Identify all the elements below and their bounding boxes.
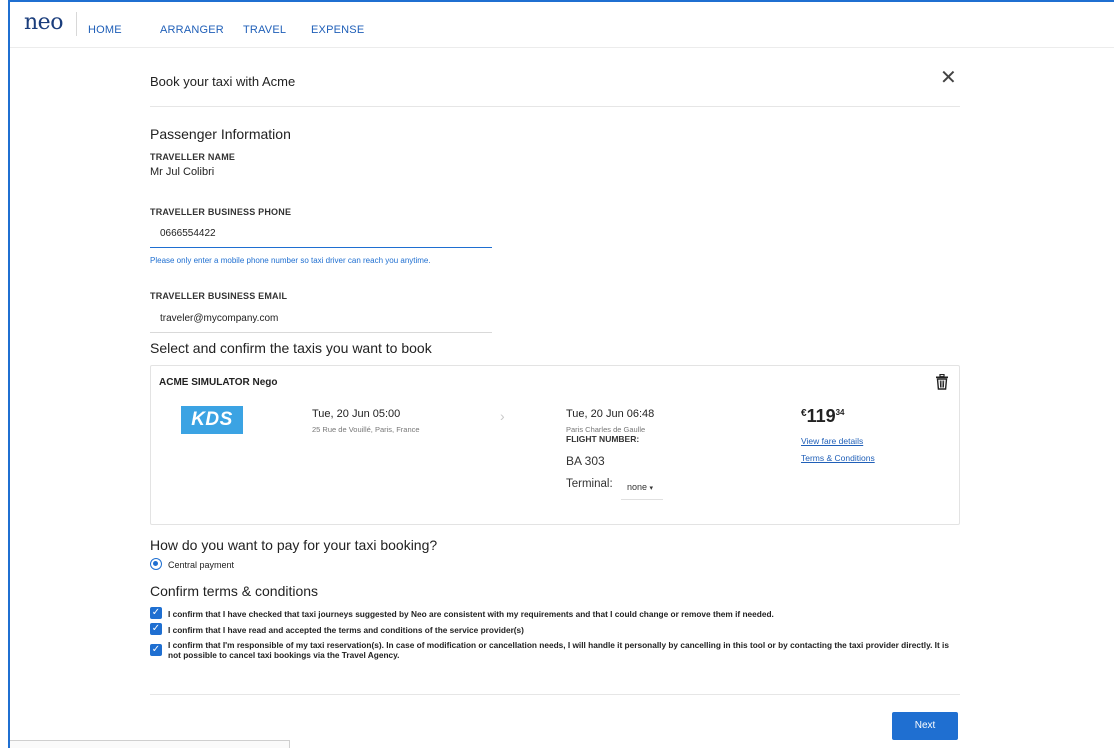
flight-number-value: BA 303 xyxy=(566,454,605,468)
terms-checkbox-3[interactable]: ✓ xyxy=(150,644,162,656)
close-icon[interactable]: ✕ xyxy=(940,68,957,88)
neo-logo[interactable]: neo xyxy=(24,10,63,35)
terms-checkbox-2[interactable]: ✓ xyxy=(150,623,162,635)
terminal-select[interactable]: none ▾ xyxy=(621,478,663,500)
taxis-section-title: Select and confirm the taxis you want to… xyxy=(150,340,432,356)
arrival-date: Tue, 20 Jun 06:48 xyxy=(566,408,655,420)
nav-divider xyxy=(76,12,77,36)
phone-hint: Please only enter a mobile phone number … xyxy=(150,256,431,265)
terms-section-title: Confirm terms & conditions xyxy=(150,583,319,599)
view-fare-details-link[interactable]: View fare details xyxy=(801,436,863,446)
passenger-section-title: Passenger Information xyxy=(150,126,291,142)
nav-expense[interactable]: EXPENSE xyxy=(311,24,364,36)
next-button[interactable]: Next xyxy=(892,712,958,740)
terms-item-2: I confirm that I have read and accepted … xyxy=(168,625,524,635)
trash-icon[interactable] xyxy=(935,374,949,390)
footer-divider xyxy=(150,694,960,695)
caret-down-icon: ▾ xyxy=(649,485,654,492)
nav-travel[interactable]: TRAVEL xyxy=(243,24,286,36)
business-email-input[interactable]: traveler@mycompany.com xyxy=(150,305,492,333)
terminal-label: Terminal: xyxy=(566,478,613,490)
central-payment-radio[interactable] xyxy=(150,558,162,570)
dialog-title: Book your taxi with Acme xyxy=(150,74,296,89)
taxi-card: ACME SIMULATOR Nego KDS Tue, 20 Jun 05:0… xyxy=(150,365,960,525)
terms-checkbox-1[interactable]: ✓ xyxy=(150,607,162,619)
kds-logo: KDS xyxy=(181,406,243,434)
nav-home[interactable]: HOME xyxy=(88,24,122,36)
bottom-status-strip xyxy=(10,740,290,748)
nav-arranger[interactable]: ARRANGER xyxy=(160,24,224,36)
business-email-label: TRAVELLER BUSINESS EMAIL xyxy=(150,291,288,301)
terminal-select-value: none xyxy=(627,482,648,492)
business-phone-label: TRAVELLER BUSINESS PHONE xyxy=(150,207,292,217)
traveller-name-value: Mr Jul Colibri xyxy=(150,166,215,178)
terms-item-3: I confirm that I'm responsible of my tax… xyxy=(168,640,949,660)
top-navigation: neo HOME ARRANGER TRAVEL EXPENSE xyxy=(10,2,1114,48)
taxi-price: €11934 xyxy=(801,406,845,427)
central-payment-label: Central payment xyxy=(168,560,235,570)
terms-conditions-link[interactable]: Terms & Conditions xyxy=(801,453,875,463)
arrival-place: Paris Charles de Gaulle xyxy=(566,425,646,434)
price-currency: € xyxy=(801,408,807,419)
flight-number-label: FLIGHT NUMBER: xyxy=(566,434,640,444)
taxi-provider-name: ACME SIMULATOR Nego xyxy=(159,377,278,388)
departure-address: 25 Rue de Vouillé, Paris, France xyxy=(312,425,420,434)
price-cents: 34 xyxy=(835,408,845,417)
chevron-right-icon: › xyxy=(500,408,505,424)
terms-item-1: I confirm that I have checked that taxi … xyxy=(168,609,774,619)
business-phone-input[interactable]: 0666554422 xyxy=(150,220,492,248)
price-main: 119 xyxy=(806,406,836,426)
title-divider xyxy=(150,106,960,107)
traveller-name-label: TRAVELLER NAME xyxy=(150,152,236,162)
payment-section-title: How do you want to pay for your taxi boo… xyxy=(150,537,438,553)
departure-date: Tue, 20 Jun 05:00 xyxy=(312,408,401,420)
